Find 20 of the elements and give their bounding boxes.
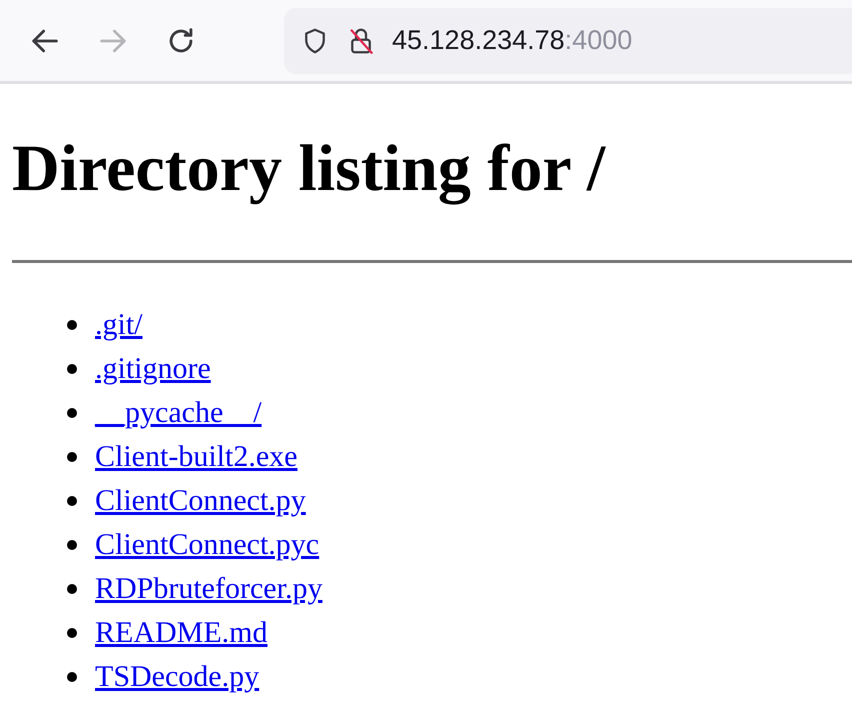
address-bar[interactable]: 45.128.234.78:4000 [284,8,852,74]
bullet-icon [67,452,77,462]
file-link[interactable]: .gitignore [95,352,211,386]
file-link[interactable]: ClientConnect.py [95,484,306,518]
url-text[interactable]: 45.128.234.78:4000 [392,25,632,56]
file-link[interactable]: .git/ [95,308,143,342]
file-link[interactable]: README.md [95,616,268,650]
file-link[interactable]: ClientConnect.pyc [95,528,320,562]
bullet-icon [67,584,77,594]
bullet-icon [67,496,77,506]
bullet-icon [67,408,77,418]
file-link[interactable]: Client-built2.exe [95,440,298,474]
file-link[interactable]: RDPbruteforcer.py [95,572,322,606]
bullet-icon [67,628,77,638]
bullet-icon [67,320,77,330]
file-link[interactable]: __pycache__/ [95,396,262,430]
bullet-icon [67,364,77,374]
bullet-icon [67,672,77,682]
file-link[interactable]: TSDecode.py [95,660,260,694]
bullet-icon [67,540,77,550]
